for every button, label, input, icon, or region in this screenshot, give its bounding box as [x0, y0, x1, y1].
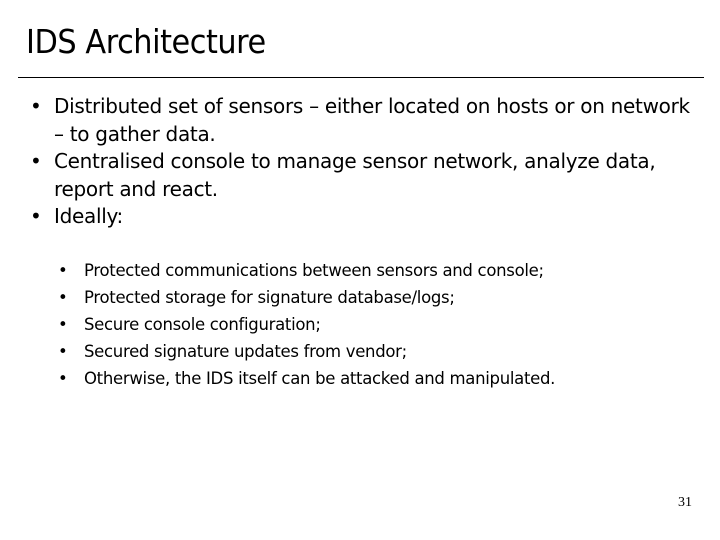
sub-bullet-item: • Secured signature updates from vendor;: [58, 338, 678, 365]
bullet-icon: •: [58, 288, 68, 307]
bullet-icon: •: [30, 204, 42, 228]
sub-bullet-text: Secured signature updates from vendor;: [84, 342, 407, 361]
bullet-icon: •: [58, 261, 68, 280]
sub-bullet-list: • Protected communications between senso…: [58, 257, 678, 392]
bullet-item: • Ideally:: [30, 203, 690, 231]
sub-bullet-text: Otherwise, the IDS itself can be attacke…: [84, 369, 556, 388]
bullet-icon: •: [30, 149, 42, 173]
bullet-item: • Centralised console to manage sensor n…: [30, 148, 690, 203]
bullet-text: Distributed set of sensors – either loca…: [54, 94, 690, 146]
main-bullet-list: • Distributed set of sensors – either lo…: [30, 93, 690, 231]
sub-bullet-item: • Protected storage for signature databa…: [58, 284, 678, 311]
bullet-icon: •: [58, 315, 68, 334]
bullet-icon: •: [30, 94, 42, 118]
bullet-text: Ideally:: [54, 204, 123, 228]
sub-bullet-text: Secure console configuration;: [84, 315, 321, 334]
slide-title: IDS Architecture: [26, 22, 266, 61]
bullet-icon: •: [58, 369, 68, 388]
title-divider: [18, 77, 704, 78]
sub-bullet-item: • Secure console configuration;: [58, 311, 678, 338]
bullet-icon: •: [58, 342, 68, 361]
sub-bullet-text: Protected communications between sensors…: [84, 261, 544, 280]
sub-bullet-text: Protected storage for signature database…: [84, 288, 455, 307]
sub-bullet-item: • Protected communications between senso…: [58, 257, 678, 284]
bullet-item: • Distributed set of sensors – either lo…: [30, 93, 690, 148]
bullet-text: Centralised console to manage sensor net…: [54, 149, 656, 201]
page-number: 31: [678, 495, 692, 510]
sub-bullet-item: • Otherwise, the IDS itself can be attac…: [58, 365, 678, 392]
